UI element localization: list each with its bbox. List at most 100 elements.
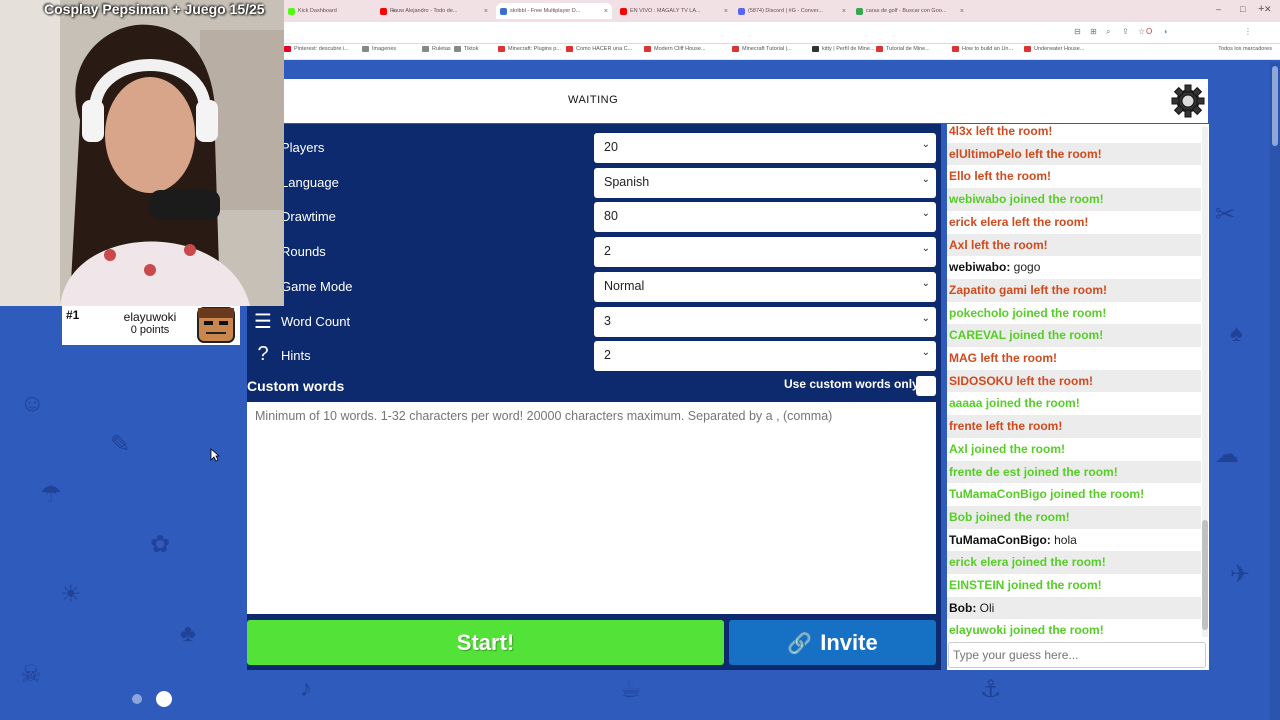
tab-close-icon[interactable]: × (604, 8, 608, 15)
chat-message: Bob: Oli (947, 596, 1201, 620)
chat-message: erick elera joined the room! (947, 551, 1201, 574)
install-icon[interactable]: ⊟ (1074, 27, 1081, 36)
browser-tab[interactable]: Rauw Alejandro - Todo de... × (376, 3, 492, 19)
bookmark-item[interactable]: Underwater House... (1024, 46, 1084, 52)
bookmark-item[interactable]: Imagenes (362, 46, 396, 52)
menu-dots-icon[interactable]: ⋮ (1244, 27, 1252, 36)
tab-label: caras de golf - Buscar con Goo... (866, 8, 947, 14)
tab-close-icon[interactable]: × (724, 8, 728, 15)
bookmark-favicon-icon (498, 46, 505, 52)
setting-value: 80 (604, 209, 618, 224)
bookmark-item[interactable]: Minecraft: Plugins p... (498, 46, 561, 52)
doodle-icon: ✂ (1215, 201, 1236, 228)
bookmark-item[interactable]: Pinterest: descubre i... (284, 46, 349, 52)
chevron-down-icon: ⌄ (921, 243, 930, 255)
setting-select[interactable]: 2 ⌄ (594, 341, 936, 372)
tab-close-icon[interactable]: × (960, 8, 964, 15)
doodle-icon: ✈ (1230, 561, 1251, 588)
chevron-down-icon: ⌄ (921, 312, 930, 324)
bookmark-label: Tiktok (464, 46, 479, 52)
setting-label: Rounds (281, 244, 326, 260)
bookmark-item[interactable]: kitty | Perfil de Mine... (812, 46, 874, 52)
bookmark-item[interactable]: Como HACER una C... (566, 46, 632, 52)
bookmark-item[interactable]: Tutorial de Mine... (876, 46, 930, 52)
setting-value: 2 (604, 244, 611, 259)
doodle-icon: ☁ (1215, 441, 1239, 468)
translate-icon[interactable]: ⊞ (1090, 27, 1097, 36)
tab-favicon-icon (856, 7, 863, 15)
browser-tab[interactable]: EN VIVO : MAGALY TV LA... × (616, 3, 732, 19)
setting-row-word-count: ☰ Word Count 3 ⌄ (247, 306, 941, 337)
bookmark-favicon-icon (284, 46, 291, 52)
chat-message: frente de est joined the room! (947, 460, 1201, 484)
setting-select[interactable]: Normal ⌄ (594, 271, 936, 302)
chat-text: gogo (1010, 260, 1041, 275)
bookmark-label: Underwater House... (1034, 46, 1085, 52)
bookmark-star-icon[interactable]: ☆ (1138, 27, 1145, 36)
bookmark-label: Minecraft Tutorial |... (742, 46, 792, 52)
game-header: WAITING (284, 79, 1208, 123)
bookmark-favicon-icon (1024, 46, 1031, 52)
bookmark-favicon-icon (732, 46, 739, 52)
player-card[interactable]: #1 elayuwoki 0 points (62, 306, 240, 345)
all-bookmarks-link[interactable]: Todos los marcadores (1218, 46, 1272, 52)
tab-close-icon[interactable]: × (484, 8, 488, 15)
bookmark-label: kitty | Perfil de Mine... (822, 46, 875, 52)
share-icon[interactable]: ⇪ (1122, 27, 1129, 36)
bookmark-item[interactable]: Ruletas (422, 46, 451, 52)
chat-message: EINSTEIN joined the room! (949, 578, 1102, 592)
bookmark-label: Como HACER una C... (576, 46, 633, 52)
browser-tab[interactable]: caras de golf - Buscar con Goo... × (852, 3, 968, 19)
tab-favicon-icon (500, 7, 507, 15)
start-button[interactable]: Start! (247, 620, 724, 665)
doodle-icon: ☕ (620, 676, 642, 703)
guess-input[interactable] (948, 642, 1206, 668)
bookmark-item[interactable]: How to build an Un... (952, 46, 1013, 52)
browser-tab[interactable]: skribbl - Free Multiplayer D... × (496, 3, 612, 19)
setting-select[interactable]: 2 ⌄ (594, 237, 936, 268)
opera-icon[interactable]: O (1146, 27, 1152, 36)
tab-label: Kick Dashboard (298, 8, 337, 14)
bookmarks-bar: Todos los marcadores Pinterest: descubre… (284, 44, 1280, 60)
chat-scroll-thumb[interactable] (1202, 520, 1208, 630)
use-custom-words-checkbox[interactable] (916, 376, 936, 396)
setting-select[interactable]: Spanish ⌄ (594, 167, 936, 198)
chat-message: aaaaa joined the room! (949, 396, 1080, 411)
extension-icon[interactable]: ◐ (1164, 27, 1169, 36)
player-avatar (197, 307, 235, 343)
page-scrollbar[interactable] (1270, 62, 1280, 720)
lobby-settings: ? Hints 2 ⌄ ☰ Word Count 3 ⌄ Game Mode Normal ⌄ Rou… (247, 124, 941, 670)
maximize-icon[interactable]: □ (1240, 4, 1245, 14)
bookmark-item[interactable]: Minecraft Tutorial |... (732, 46, 792, 52)
doodle-icon: ☠ (20, 661, 42, 688)
minimize-icon[interactable]: – (1216, 4, 1221, 14)
tab-label: Rauw Alejandro - Todo de... (390, 8, 458, 14)
invite-label: Invite (820, 630, 878, 655)
setting-select[interactable]: 80 ⌄ (594, 202, 936, 233)
link-icon: 🔗 (787, 633, 813, 655)
bookmark-label: How to build an Un... (962, 46, 1014, 52)
address-bar-row: ⊟ ⊞ ⌕ ⇪ ☆ O ◐ ⋮ (284, 22, 1280, 44)
chat-message: CAREVAL joined the room! (947, 324, 1201, 347)
bookmark-item[interactable]: Tiktok (454, 46, 478, 52)
custom-words-input[interactable] (247, 402, 936, 614)
zoom-icon[interactable]: ⌕ (1106, 27, 1110, 37)
bookmark-favicon-icon (876, 46, 883, 52)
invite-button[interactable]: 🔗 Invite (729, 620, 936, 665)
close-window-icon[interactable]: ✕ (1264, 4, 1272, 15)
setting-row-players: Players 20 ⌄ (247, 133, 941, 163)
tab-favicon-icon (620, 7, 627, 15)
carousel-dot[interactable] (132, 694, 142, 704)
setting-select[interactable]: 20 ⌄ (594, 133, 936, 163)
player-name: elayuwoki (123, 310, 177, 324)
bookmark-item[interactable]: Modern Cliff House... (644, 46, 706, 52)
gear-icon[interactable] (1170, 83, 1206, 119)
doodle-icon: ♠ (1230, 320, 1243, 347)
tab-close-icon[interactable]: × (842, 8, 846, 15)
question-icon: ? (257, 343, 269, 366)
bookmark-label: Tutorial de Mine... (886, 46, 930, 52)
browser-tab[interactable]: (5874) Discord | #G - Conver... × (734, 3, 850, 19)
setting-select[interactable]: 3 ⌄ (594, 306, 936, 337)
carousel-dot-active[interactable] (156, 691, 172, 707)
chat-author: TuMamaConBigo: (949, 532, 1051, 547)
